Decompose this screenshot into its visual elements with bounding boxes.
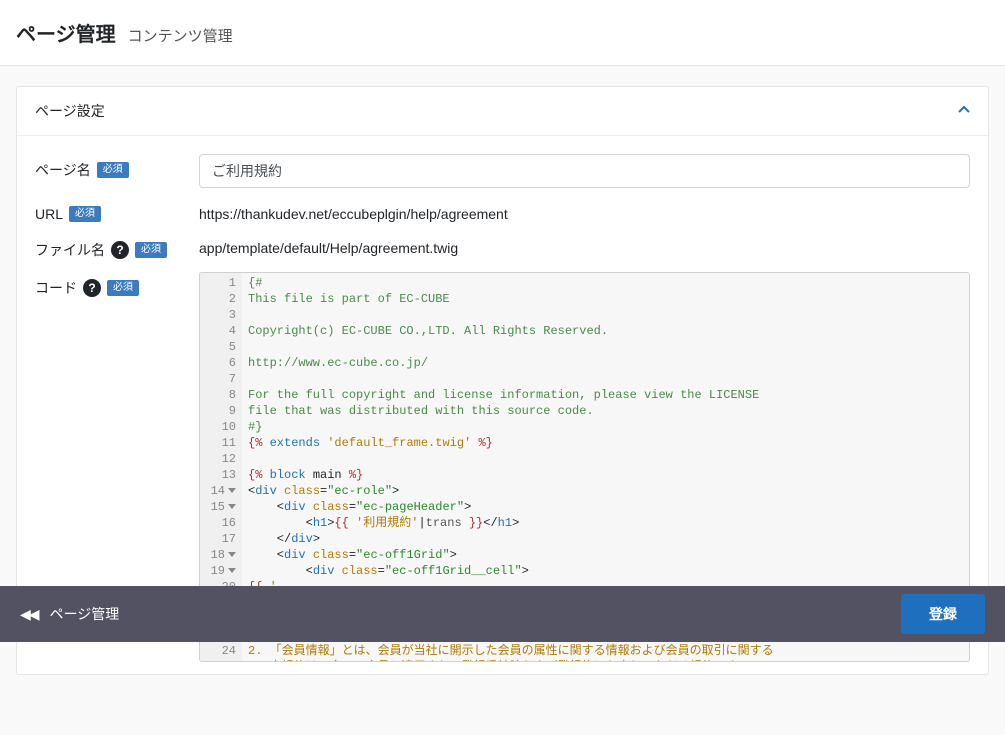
row-file-name: ファイル名 ? 必須 app/template/default/Help/agr…: [35, 234, 970, 260]
required-badge: 必須: [107, 280, 139, 296]
back-label: ページ管理: [50, 604, 120, 624]
required-badge: 必須: [69, 206, 101, 222]
panel-body: ページ名 必須 URL 必須 https://thankudev.net/ecc…: [17, 136, 988, 662]
page-header: ページ管理 コンテンツ管理: [0, 0, 1005, 66]
label-file-name: ファイル名: [35, 240, 105, 260]
page-title: ページ管理: [16, 18, 116, 47]
submit-button[interactable]: 登録: [901, 594, 985, 634]
row-page-name: ページ名 必須: [35, 154, 970, 188]
panel-title: ページ設定: [35, 101, 105, 121]
required-badge: 必須: [97, 162, 129, 178]
label-code: コード: [35, 278, 77, 298]
required-badge: 必須: [135, 242, 167, 258]
url-value: https://thankudev.net/eccubeplgin/help/a…: [199, 200, 970, 222]
back-link[interactable]: ◀◀ ページ管理: [20, 604, 119, 624]
page-subtitle: コンテンツ管理: [128, 25, 233, 46]
help-icon[interactable]: ?: [83, 279, 101, 297]
panel-header[interactable]: ページ設定: [17, 87, 988, 136]
row-url: URL 必須 https://thankudev.net/eccubeplgin…: [35, 200, 970, 222]
page-name-input[interactable]: [199, 154, 970, 188]
label-url: URL: [35, 206, 63, 222]
rewind-icon: ◀◀: [20, 606, 38, 623]
help-icon[interactable]: ?: [111, 241, 129, 259]
file-path-value: app/template/default/Help/agreement.twig: [199, 234, 970, 256]
label-page-name: ページ名: [35, 160, 91, 180]
bottom-bar: ◀◀ ページ管理 登録: [0, 586, 1005, 642]
panel-toggle-icon[interactable]: [958, 103, 970, 119]
